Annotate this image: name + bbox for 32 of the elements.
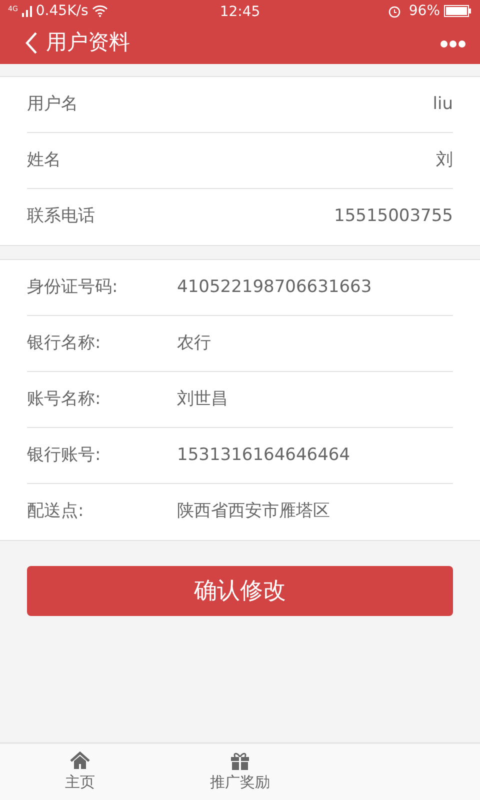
alarm-icon [388,4,401,18]
field-label: 银行账号: [27,444,102,467]
field-label: 身份证号码: [27,276,119,299]
field-value: 陕西省西安市雁塔区 [177,500,330,524]
back-icon [24,31,38,56]
page-title: 用户资料 [46,30,130,56]
battery-icon [444,5,472,17]
wifi-icon [92,5,108,17]
field-label: 配送点: [27,500,85,524]
field-label: 姓名 [27,148,61,172]
network-speed: 0.45K/s [36,2,88,20]
field-value: 刘 [436,148,453,172]
field-value: 刘世昌 [177,388,228,411]
back-button[interactable] [24,30,38,56]
confirm-button[interactable]: 确认修改 [27,566,453,616]
field-value: liu [432,92,453,116]
clock: 12:45 [220,3,260,22]
nav-tab[interactable]: 推广奖励 [160,744,320,800]
gift-icon [229,750,251,772]
signal-icon [22,6,32,16]
home-icon [69,750,91,772]
field-label: 银行名称: [27,332,102,355]
field-label: 用户名 [27,92,78,116]
field-value: 15515003755 [334,205,453,228]
more-icon [440,40,466,48]
field-value: 1531316164646464 [177,444,350,467]
field-label: 联系电话 [27,205,95,228]
field-label: 账号名称: [27,388,102,411]
field-value: 410522198706631663 [177,276,372,299]
nav-tab[interactable]: 主页 [0,744,160,800]
battery-percent: 96% [408,2,440,20]
field-value: 农行 [177,332,211,355]
